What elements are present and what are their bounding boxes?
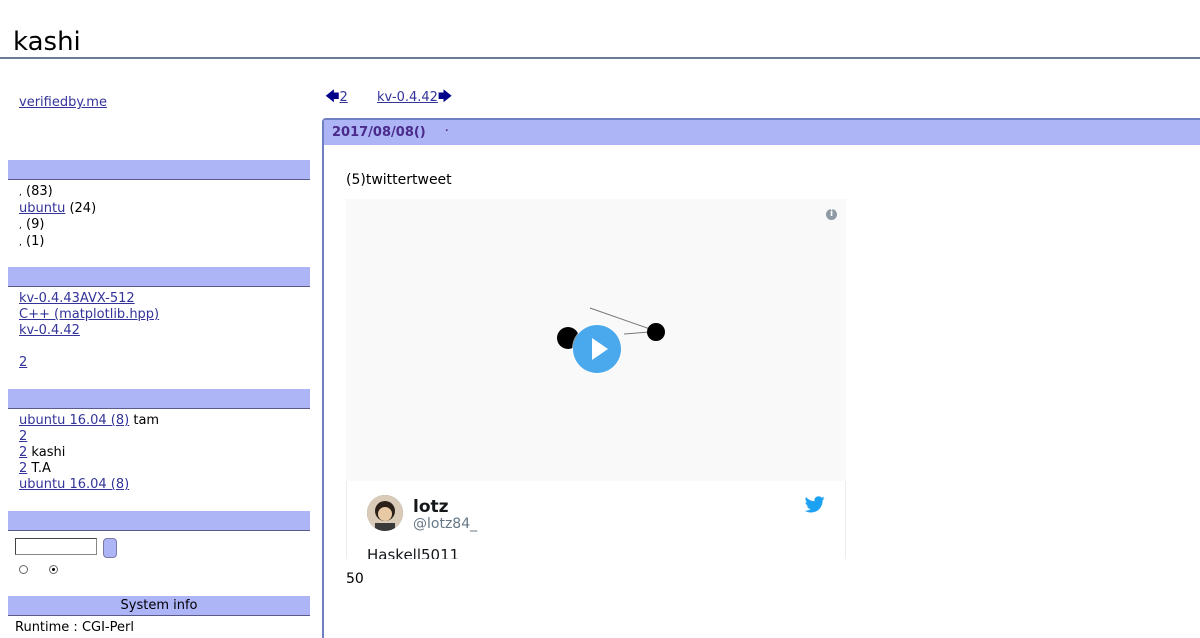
categories-header: [8, 160, 310, 180]
main-content: 🡄 2 kv-0.4.42 🡆 2017/08/08() . (5)twitte…: [322, 0, 1200, 638]
avatar[interactable]: [367, 495, 403, 531]
recent-comments-list: ubuntu 16.04 (8) tam 2 2 kashi 2 T.A ubu…: [19, 413, 309, 493]
comment-author: T.A: [31, 461, 51, 476]
category-item: , (1): [19, 234, 45, 249]
twitter-bird-icon[interactable]: [805, 496, 825, 513]
recent-comments-header: [8, 389, 310, 409]
comment-item: ubuntu 16.04 (8): [19, 477, 309, 493]
search-input[interactable]: [15, 538, 97, 555]
search-radio-option-selected[interactable]: [49, 565, 58, 574]
tweet-author-handle[interactable]: @lotz84_: [413, 516, 477, 532]
system-info-header: System info: [8, 596, 310, 616]
category-item: , (83): [19, 184, 53, 199]
comment-item: 2 T.A: [19, 461, 309, 477]
site-title: kashi: [13, 27, 81, 57]
comment-link[interactable]: 2: [19, 429, 27, 444]
comment-author: kashi: [31, 445, 66, 460]
comment-item: 2: [19, 429, 309, 445]
recent-post-link[interactable]: kv-0.4.42: [19, 323, 80, 338]
tweet-card[interactable]: lotz @lotz84_ Haskell5011: [346, 481, 846, 559]
tweet-author-name[interactable]: lotz: [413, 497, 449, 517]
comment-item: ubuntu 16.04 (8) tam: [19, 413, 309, 429]
recent-posts-list: kv-0.4.43AVX-512 C++ (matplotlib.hpp) kv…: [19, 291, 309, 371]
play-button-icon[interactable]: [573, 325, 621, 373]
arrow-right-icon: 🡆: [437, 89, 453, 105]
recent-post-link[interactable]: 2: [19, 355, 27, 370]
entry-header: 2017/08/08() .: [324, 120, 1200, 145]
comment-link[interactable]: ubuntu 16.04 (8): [19, 477, 129, 492]
comment-link[interactable]: 2: [19, 461, 27, 476]
entry-date: 2017/08/08(): [332, 125, 426, 140]
verifiedby-link[interactable]: verifiedby.me: [19, 95, 107, 110]
entry-header-dot: .: [445, 124, 449, 134]
categories-list: , (83) ubuntu (24) , (9) , (1): [19, 184, 309, 251]
comment-link[interactable]: 2: [19, 445, 27, 460]
category-count: (1): [26, 234, 45, 249]
next-nav[interactable]: kv-0.4.42 🡆: [377, 89, 452, 105]
prev-nav[interactable]: 🡄 2: [325, 89, 348, 105]
search-radio-option[interactable]: [19, 565, 28, 574]
category-link[interactable]: ubuntu: [19, 201, 65, 216]
recent-post-link[interactable]: kv-0.4.43AVX-512: [19, 291, 135, 306]
tweet-media[interactable]: i: [346, 199, 846, 481]
tweet-text: Haskell5011: [367, 546, 460, 559]
category-count: (9): [26, 217, 45, 232]
system-info-runtime: Runtime : CGI-Perl: [15, 620, 134, 635]
category-count: (83): [26, 184, 53, 199]
category-count: (24): [69, 201, 97, 216]
recent-post-link[interactable]: C++ (matplotlib.hpp): [19, 307, 159, 322]
entry-text: (5)twittertweet: [346, 172, 452, 188]
category-item: ubuntu (24): [19, 201, 309, 217]
footer-number: 50: [346, 571, 364, 587]
next-post-link[interactable]: kv-0.4.42: [377, 90, 438, 105]
comment-author: tam: [133, 413, 160, 428]
comment-item: 2 kashi: [19, 445, 309, 461]
prev-post-link[interactable]: 2: [339, 90, 347, 105]
arrow-left-icon: 🡄: [325, 89, 340, 105]
recent-posts-header: [8, 267, 310, 287]
search-button[interactable]: [103, 538, 117, 558]
search-header: [8, 511, 310, 531]
comment-link[interactable]: ubuntu 16.04 (8): [19, 413, 129, 428]
category-item: , (9): [19, 217, 45, 232]
